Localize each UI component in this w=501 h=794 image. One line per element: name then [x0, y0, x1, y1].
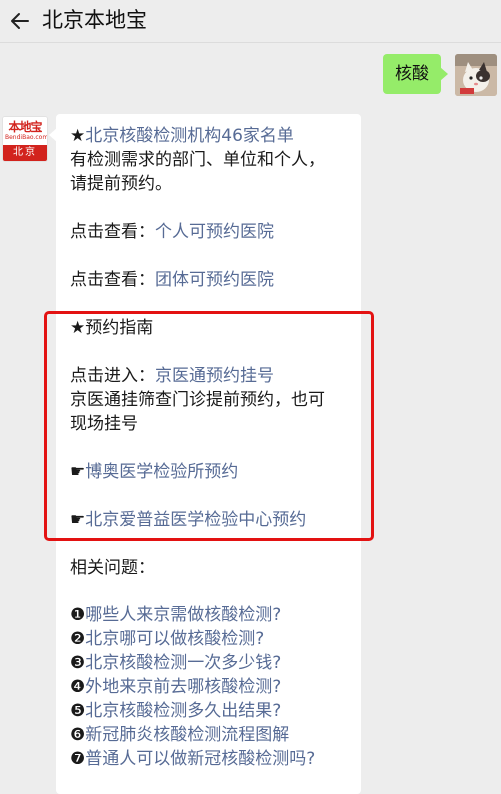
- personal-hospitals-link[interactable]: 个人可预约医院: [155, 222, 274, 242]
- star-icon: ★: [70, 126, 86, 146]
- number-badge-icon: ❷: [70, 629, 86, 649]
- question-link[interactable]: 北京哪可以做核酸检测?: [85, 629, 264, 649]
- question-link[interactable]: 新冠肺炎核酸检测流程图解: [85, 725, 289, 745]
- question-item[interactable]: ❸北京核酸检测一次多少钱?: [70, 652, 281, 675]
- cat-photo-icon: [455, 54, 497, 96]
- related-title: 相关问题：: [70, 558, 155, 578]
- testing-institutions-link[interactable]: 北京核酸检测机构46家名单: [85, 126, 294, 146]
- number-badge-icon: ❸: [70, 653, 86, 673]
- question-link[interactable]: 普通人可以做新冠核酸检测吗?: [85, 749, 315, 769]
- intro-line-1: 有检测需求的部门、单位和个人，: [70, 150, 325, 170]
- question-link[interactable]: 北京核酸检测一次多少钱?: [85, 653, 281, 673]
- number-badge-icon: ❻: [70, 725, 86, 745]
- question-link[interactable]: 北京核酸检测多久出结果?: [85, 701, 281, 721]
- chat-title: 北京本地宝: [42, 8, 147, 32]
- question-item[interactable]: ❻新冠肺炎核酸检测流程图解: [70, 724, 289, 747]
- user-message-bubble[interactable]: 核酸: [383, 54, 448, 94]
- logo: 本地宝 BendiBao.com: [3, 117, 47, 145]
- official-account-avatar[interactable]: 本地宝 BendiBao.com 北京: [2, 116, 48, 162]
- question-item[interactable]: ❺北京核酸检测多久出结果?: [70, 700, 281, 723]
- logo-text: 本地宝: [8, 120, 42, 134]
- user-avatar[interactable]: [455, 54, 497, 96]
- logo-city: 北京: [3, 145, 47, 161]
- view-prefix: 点击查看：: [70, 270, 155, 290]
- number-badge-icon: ❼: [70, 749, 86, 769]
- back-arrow-icon[interactable]: [8, 9, 32, 33]
- question-link[interactable]: 外地来京前去哪核酸检测?: [85, 677, 281, 697]
- view-personal-row: 点击查看：个人可预约医院: [70, 220, 274, 244]
- reply-heading: ★北京核酸检测机构46家名单: [70, 124, 294, 148]
- question-item[interactable]: ❹外地来京前去哪核酸检测?: [70, 676, 281, 699]
- question-link[interactable]: 哪些人来京需做核酸检测?: [85, 605, 281, 625]
- top-bar: 北京本地宝: [0, 0, 501, 43]
- intro-line-2: 请提前预约。: [70, 174, 172, 194]
- highlight-box: [44, 311, 374, 541]
- number-badge-icon: ❹: [70, 677, 86, 697]
- number-badge-icon: ❶: [70, 605, 86, 625]
- logo-domain: BendiBao.com: [5, 134, 48, 141]
- view-group-row: 点击查看：团体可预约医院: [70, 268, 274, 292]
- question-item[interactable]: ❶哪些人来京需做核酸检测?: [70, 604, 281, 627]
- question-item[interactable]: ❷北京哪可以做核酸检测?: [70, 628, 264, 651]
- question-item[interactable]: ❼普通人可以做新冠核酸检测吗?: [70, 748, 315, 771]
- number-badge-icon: ❺: [70, 701, 86, 721]
- group-hospitals-link[interactable]: 团体可预约医院: [155, 270, 274, 290]
- view-prefix: 点击查看：: [70, 222, 155, 242]
